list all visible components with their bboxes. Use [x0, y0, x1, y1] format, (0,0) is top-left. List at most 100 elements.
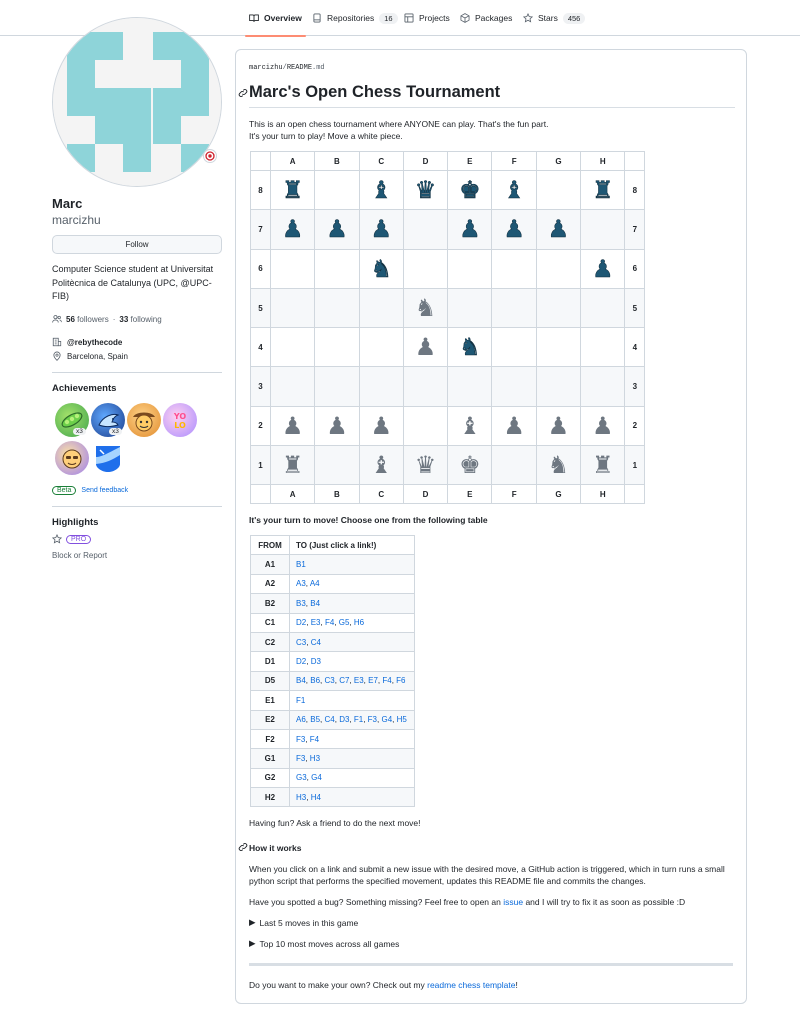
- white-pawn-icon: ♟: [503, 411, 525, 440]
- board-square: [535, 327, 582, 368]
- move-link[interactable]: F6: [396, 676, 405, 685]
- beta-label: Beta: [52, 486, 77, 495]
- move-link[interactable]: H3: [296, 793, 306, 802]
- move-link[interactable]: F3: [368, 715, 377, 724]
- star-icon: [523, 13, 533, 23]
- rank-label: 2: [250, 405, 271, 447]
- move-link[interactable]: G5: [339, 618, 350, 627]
- move-link[interactable]: F3: [296, 735, 305, 744]
- block-or-report-link[interactable]: Block or Report: [52, 551, 107, 560]
- file-label-row: ABCDEFGH: [250, 151, 646, 171]
- move-to-cell: F3, H3: [289, 748, 415, 769]
- tab-stars-label: Stars: [538, 13, 558, 23]
- board-square: ♟: [269, 405, 316, 447]
- move-link[interactable]: E7: [368, 676, 378, 685]
- quickdraw-badge[interactable]: [55, 441, 89, 475]
- tab-repositories[interactable]: Repositories 16: [312, 0, 398, 36]
- top-moves-details[interactable]: ▶ Top 10 most moves across all games: [249, 938, 399, 949]
- move-link[interactable]: B3: [296, 599, 306, 608]
- move-link[interactable]: F4: [325, 618, 334, 627]
- move-link[interactable]: E3: [354, 676, 364, 685]
- yolo-badge[interactable]: YO LO: [163, 403, 197, 437]
- move-link[interactable]: C4: [311, 638, 321, 647]
- readme-path-ext: .md: [312, 64, 325, 72]
- board-rank-row: 2 ♟ ♟ ♟ ♝ ♟ ♟ ♟ 2: [250, 405, 646, 447]
- move-link[interactable]: B6: [310, 676, 320, 685]
- move-link[interactable]: A4: [310, 579, 320, 588]
- package-icon: [460, 13, 470, 23]
- file-label: G: [535, 484, 582, 505]
- move-link[interactable]: D2: [296, 657, 306, 666]
- board-square: [535, 169, 582, 211]
- move-link[interactable]: D3: [311, 657, 321, 666]
- move-link[interactable]: A6: [296, 715, 306, 724]
- file-label: B: [314, 484, 360, 505]
- file-label: H: [580, 484, 626, 505]
- move-link[interactable]: C3: [296, 638, 306, 647]
- followers-link[interactable]: 56 followers: [66, 315, 109, 324]
- move-link[interactable]: B4: [310, 599, 320, 608]
- move-from-cell: G1: [250, 748, 290, 769]
- link-icon: [238, 843, 248, 851]
- last-moves-details[interactable]: ▶ Last 5 moves in this game: [249, 917, 358, 928]
- board-square: [491, 248, 537, 289]
- pro-badge: PRO: [66, 534, 92, 544]
- organization-link[interactable]: @rebythecode: [67, 338, 122, 347]
- move-link[interactable]: H4: [311, 793, 321, 802]
- corner-cell: [624, 151, 646, 171]
- move-link[interactable]: C3: [325, 676, 335, 685]
- move-link[interactable]: F4: [310, 735, 319, 744]
- board-square: ♛: [402, 169, 449, 211]
- rank-label: 5: [624, 287, 646, 329]
- move-link[interactable]: G4: [311, 773, 322, 782]
- board-square: [535, 287, 582, 329]
- rank-label: 3: [250, 366, 271, 407]
- move-link[interactable]: B1: [296, 560, 306, 569]
- move-link[interactable]: A3: [296, 579, 306, 588]
- white-knight-icon: ♞: [414, 294, 437, 323]
- move-link[interactable]: B5: [310, 715, 320, 724]
- board-square: ♛: [402, 445, 449, 486]
- divider: [52, 372, 222, 373]
- avatar[interactable]: [52, 17, 222, 187]
- move-link[interactable]: C7: [339, 676, 349, 685]
- issue-link[interactable]: issue: [503, 897, 523, 907]
- board-square: ♟: [580, 248, 626, 289]
- board-square: [447, 287, 493, 329]
- tab-overview[interactable]: Overview: [245, 0, 306, 37]
- chess-template-link[interactable]: readme chess template: [427, 980, 515, 990]
- file-label: F: [491, 151, 537, 171]
- move-link[interactable]: C4: [325, 715, 335, 724]
- move-link[interactable]: B4: [296, 676, 306, 685]
- move-from-cell: B2: [250, 593, 290, 614]
- link-anchor-icon[interactable]: [238, 842, 248, 854]
- move-link[interactable]: F3: [296, 754, 305, 763]
- rank-label: 1: [624, 445, 646, 486]
- follow-button[interactable]: Follow: [52, 235, 222, 254]
- move-link[interactable]: F1: [354, 715, 363, 724]
- target-status-icon[interactable]: [203, 149, 217, 163]
- link-anchor-icon[interactable]: [238, 88, 248, 100]
- move-link[interactable]: H3: [310, 754, 320, 763]
- how-it-works-text: When you click on a link and submit a ne…: [249, 864, 725, 886]
- move-link[interactable]: H5: [397, 715, 407, 724]
- move-link[interactable]: E3: [311, 618, 321, 627]
- tab-stars[interactable]: Stars 456: [523, 0, 586, 36]
- move-link[interactable]: F4: [382, 676, 391, 685]
- move-link[interactable]: F1: [296, 696, 305, 705]
- move-link[interactable]: G3: [296, 773, 307, 782]
- starstruck-badge[interactable]: [127, 403, 161, 437]
- move-link[interactable]: H6: [354, 618, 364, 627]
- move-link[interactable]: G4: [381, 715, 392, 724]
- move-link[interactable]: D3: [339, 715, 349, 724]
- move-link[interactable]: D2: [296, 618, 306, 627]
- following-link[interactable]: 33 following: [119, 315, 161, 324]
- rank-label: 4: [250, 327, 271, 368]
- file-label: E: [447, 151, 493, 171]
- board-square: ♟: [402, 327, 449, 368]
- send-feedback-link[interactable]: Send feedback: [81, 487, 128, 494]
- tab-projects[interactable]: Projects: [404, 0, 450, 36]
- arctic-vault-badge[interactable]: [91, 441, 125, 475]
- tab-packages[interactable]: Packages: [460, 0, 512, 36]
- readme-path-user[interactable]: marcizhu: [249, 64, 283, 72]
